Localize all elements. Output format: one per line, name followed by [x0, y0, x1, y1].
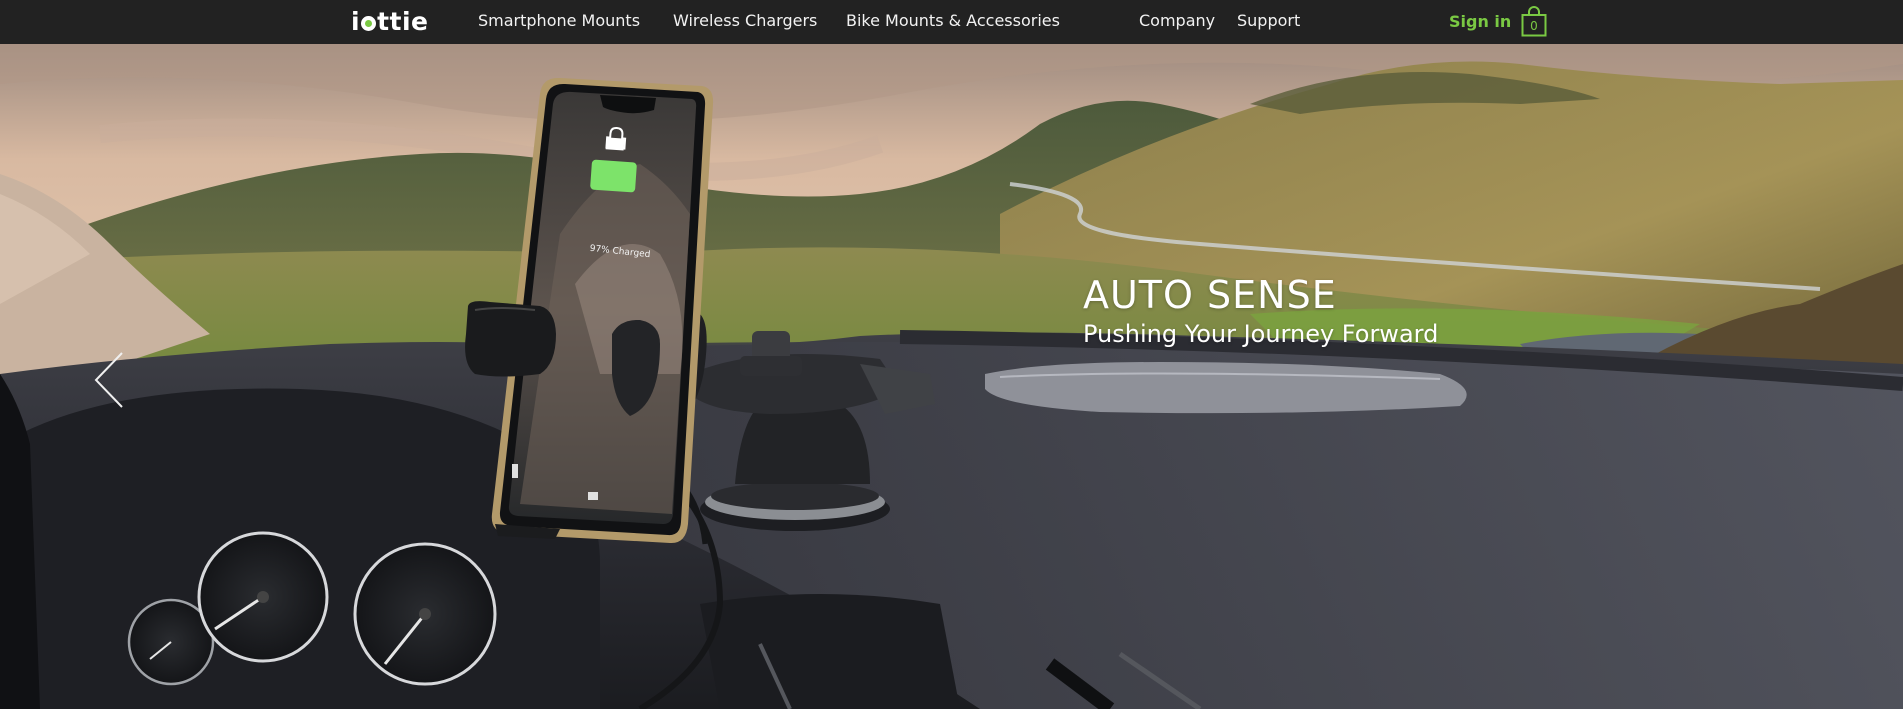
logo-text-prefix: i [351, 7, 361, 36]
hero-title: AUTO SENSE [1083, 273, 1337, 317]
hero-carousel: 97% Charged AUTO SENSE Pushing Your Jour… [0, 44, 1903, 709]
nav-company[interactable]: Company [1139, 0, 1215, 44]
cart-count-badge: 0 [1530, 19, 1538, 33]
hero-subtitle: Pushing Your Journey Forward [1083, 320, 1439, 348]
top-navigation: i ttie Smartphone Mounts Wireless Charger… [0, 0, 1903, 44]
logo-o-mark [361, 15, 377, 31]
nav-support[interactable]: Support [1237, 0, 1300, 44]
iottie-logo[interactable]: i ttie [351, 5, 429, 39]
logo-text-suffix: ttie [377, 7, 429, 36]
cart-button[interactable]: 0 [1521, 6, 1547, 37]
carousel-prev-button[interactable] [92, 349, 132, 411]
nav-wireless-chargers[interactable]: Wireless Chargers [673, 0, 817, 44]
nav-bike-mounts-accessories[interactable]: Bike Mounts & Accessories [846, 0, 1060, 44]
chevron-left-icon [94, 352, 123, 408]
hero-background-image [0, 44, 1903, 709]
nav-smartphone-mounts[interactable]: Smartphone Mounts [478, 0, 640, 44]
sign-in-link[interactable]: Sign in [1449, 0, 1511, 44]
